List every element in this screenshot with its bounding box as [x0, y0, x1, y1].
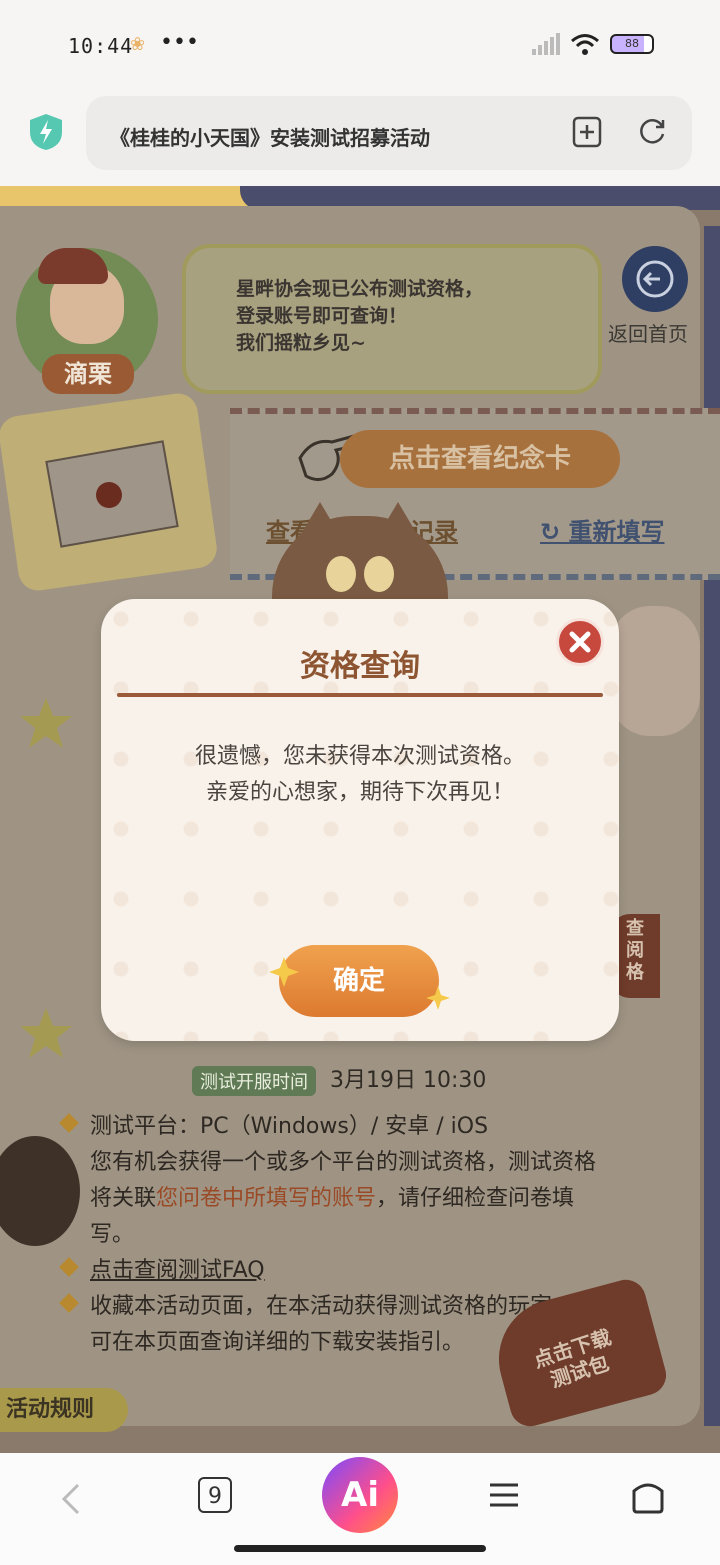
avatar-hat	[38, 248, 108, 284]
rule-account-a: 将关联	[90, 1186, 157, 1211]
sparkle-icon	[269, 957, 299, 987]
refill-survey-link[interactable]: ↻ 重新填写	[540, 512, 664, 547]
confirm-button[interactable]: 确定	[279, 945, 439, 1017]
status-bar: 10:44 ❀ ••• 88	[0, 0, 720, 90]
open-time-value: 3月19日 10:30	[330, 1068, 487, 1093]
flower-icon: ❀	[130, 34, 146, 55]
page-title: 《桂桂的小天国》安装测试招募活动	[110, 126, 430, 150]
menu-icon[interactable]	[488, 1479, 520, 1511]
browser-address-bar: 《桂桂的小天国》安装测试招募活动	[0, 90, 720, 186]
qualification-query-dialog: 资格查询 很遗憾，您未获得本次测试资格。 亲爱的心想家，期待下次再见！ 确定	[101, 599, 619, 1041]
close-dialog-button[interactable]	[556, 618, 604, 666]
speech-bubble: 星畔协会现已公布测试资格， 登录账号即可查询！ 我们摇粒乡见~	[182, 244, 602, 394]
cat-eye-left	[326, 556, 356, 592]
security-shield-icon[interactable]	[28, 112, 64, 152]
wax-seal-icon	[96, 482, 122, 508]
rule-account: 将关联您问卷中所填写的账号，请仔细检查问卷填	[90, 1180, 574, 1212]
more-notifications-icon: •••	[160, 30, 199, 55]
status-time: 10:44	[68, 34, 134, 58]
refill-label: 重新填写	[568, 518, 665, 546]
reload-icon[interactable]	[636, 116, 668, 148]
close-icon	[569, 631, 591, 653]
browser-bottom-nav: 9 Ai	[0, 1453, 720, 1565]
cellular-signal-icon	[532, 33, 560, 55]
reader-sticker	[610, 606, 700, 736]
ai-assistant-button[interactable]: Ai	[322, 1457, 398, 1533]
open-time-tag: 测试开服时间	[192, 1066, 316, 1096]
dialog-title: 资格查询	[300, 649, 420, 684]
dialog-divider	[117, 693, 603, 697]
tabs-button[interactable]: 9	[198, 1477, 232, 1513]
dialog-message-line1: 很遗憾，您未获得本次测试资格。	[194, 744, 525, 769]
url-field[interactable]: 《桂桂的小天国》安装测试招募活动	[86, 96, 692, 170]
rule-platform: 测试平台：PC（Windows）/ 安卓 / iOS	[90, 1114, 489, 1139]
wifi-icon	[571, 34, 599, 55]
return-home-label[interactable]: 返回首页	[608, 318, 688, 347]
status-icons: 88	[532, 32, 654, 56]
view-memorial-card-button[interactable]: 点击查看纪念卡	[340, 430, 620, 488]
return-arrow-icon	[636, 260, 674, 298]
home-indicator	[234, 1545, 486, 1552]
return-home-button[interactable]	[622, 246, 688, 312]
add-bookmark-icon[interactable]	[572, 116, 602, 148]
rule-guide: 可在本页面查询详细的下载安装指引。	[90, 1330, 465, 1355]
speech-bubble-text: 星畔协会现已公布测试资格， 登录账号即可查询！ 我们摇粒乡见~	[236, 278, 484, 354]
rule-account-c: ，请仔细检查问卷填	[376, 1186, 575, 1211]
cat-eye-right	[364, 556, 394, 592]
sparkle-icon	[426, 986, 450, 1010]
dialog-message: 很遗憾，您未获得本次测试资格。 亲爱的心想家，期待下次再见！	[101, 739, 619, 811]
rule-qualification: 您有机会获得一个或多个平台的测试资格，测试资格	[90, 1150, 597, 1175]
faq-link[interactable]: 点击查阅测试FAQ	[90, 1252, 265, 1284]
activity-rules-button[interactable]: 活动规则	[0, 1388, 128, 1432]
back-icon[interactable]	[56, 1479, 88, 1519]
star-mascot-icon	[20, 1008, 72, 1058]
right-border	[704, 226, 720, 1426]
character-name-badge: 滴栗	[42, 354, 134, 394]
home-icon[interactable]	[630, 1477, 666, 1515]
rule-account-end: 写。	[90, 1222, 135, 1247]
dialog-message-line2: 亲爱的心想家，期待下次再见！	[205, 780, 514, 805]
battery-icon: 88	[610, 34, 654, 54]
rule-account-highlight: 您问卷中所填写的账号	[156, 1186, 377, 1211]
star-mascot-icon	[20, 698, 72, 748]
rule-bookmark: 收藏本活动页面，在本活动获得测试资格的玩家，	[90, 1294, 575, 1319]
